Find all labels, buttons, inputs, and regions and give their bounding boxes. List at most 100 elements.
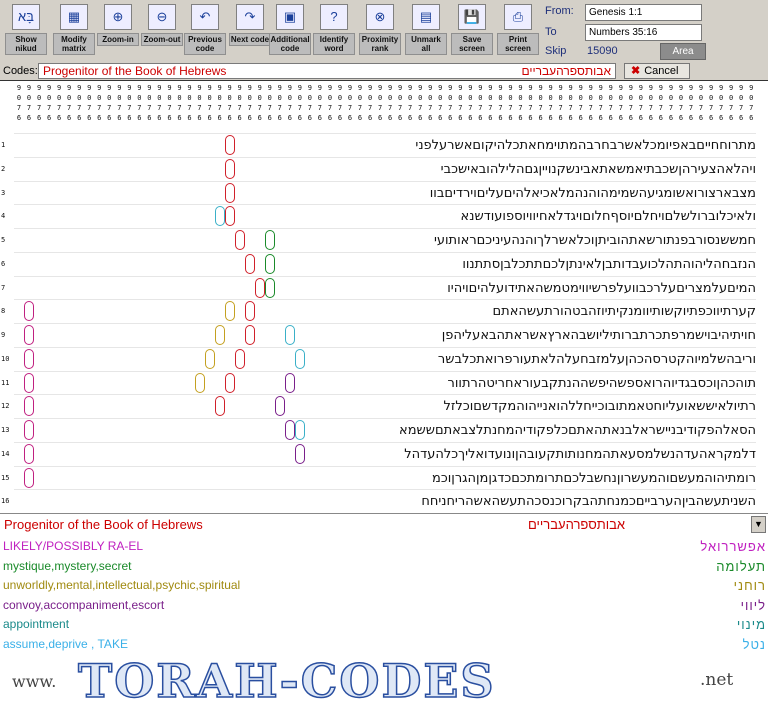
- column-number: 9 0 7 6: [678, 84, 684, 122]
- matrix-row[interactable]: ויהלאהצעירהןשכבתיאמשאתאבינשקנוייןגםהלילה…: [14, 156, 756, 182]
- zoom-out-button[interactable]: ⊖ Zoom-out: [140, 2, 184, 60]
- zoom-out-icon: ⊖: [148, 4, 176, 30]
- letter-highlight[interactable]: [254, 277, 265, 298]
- letter-highlight[interactable]: [24, 301, 35, 322]
- matrix-row[interactable]: רומתיהוהמעשםוהמעשרוןנחשבלכםתרומתכםכדגןמן…: [14, 465, 756, 491]
- meaning-letters[interactable]: מינוי: [737, 617, 766, 632]
- column-number: 9 0 7 6: [46, 84, 52, 122]
- letter-highlight[interactable]: [294, 420, 305, 440]
- proximity-rank-button[interactable]: ⊗ Proximity rank: [358, 2, 402, 60]
- print-screen-button[interactable]: ⎙ Print screen: [496, 2, 540, 60]
- matrix-row[interactable]: דלמקראהעדהנשלמסעאתהמחנותותקעובהןונועדואל…: [14, 441, 756, 467]
- letter-highlight[interactable]: [194, 372, 205, 393]
- show-nikud-button[interactable]: בָּא Show nikud: [4, 2, 48, 60]
- letter-highlight[interactable]: [294, 348, 305, 369]
- letter-highlight[interactable]: [244, 253, 255, 274]
- column-number: 9 0 7 6: [327, 84, 333, 122]
- column-number: 9 0 7 6: [708, 84, 714, 122]
- column-number: 9 0 7 6: [227, 84, 232, 122]
- codes-select[interactable]: Progenitor of the Book of Hebrews אבותספ…: [38, 63, 616, 79]
- meaning-letters[interactable]: אפשררואל: [700, 539, 766, 554]
- letter-highlight[interactable]: [284, 372, 295, 393]
- modify-matrix-button[interactable]: ▦ Modify matrix: [52, 2, 96, 60]
- matrix-row[interactable]: הסאלהפקודיבניישראלבנאתהאתםכלפקודיהמחנתלצ…: [14, 418, 756, 443]
- matrix-row[interactable]: חויתיהיבוישמרפתכרתברותיליושבהארץאשראתהבא…: [14, 323, 756, 348]
- column-number: 9 0 7 6: [749, 84, 754, 122]
- letter-highlight[interactable]: [244, 325, 255, 345]
- meaning-text: convoy,accompaniment,escort: [3, 597, 165, 612]
- letter-highlight[interactable]: [234, 230, 245, 250]
- letter-highlight[interactable]: [24, 467, 35, 488]
- letter-highlight[interactable]: [214, 396, 225, 417]
- letter-highlight[interactable]: [264, 230, 275, 250]
- letter-matrix[interactable]: 9 0 7 6 9 0 7 6 9 0 7 6 9 0 7 6 9 0 7 6 9 0 7…: [0, 80, 768, 513]
- letter-highlight[interactable]: [214, 325, 225, 345]
- letter-highlight[interactable]: [284, 325, 295, 345]
- matrix-row[interactable]: ולאיכלוברולשלםויחלםיוסףחלוםויגדלאחיוויוס…: [14, 204, 756, 229]
- next-code-button[interactable]: ↷ Next code: [228, 2, 272, 60]
- letter-highlight[interactable]: [24, 420, 35, 440]
- letter-highlight[interactable]: [224, 182, 235, 203]
- matrix-row[interactable]: קערתיווכפתיוקשותיוומנקיתיוזהבטהורתעשהאתם: [14, 299, 756, 324]
- column-number: 9 0 7 6: [698, 84, 704, 122]
- zoom-in-button[interactable]: ⊕ Zoom-in: [96, 2, 140, 60]
- identify-word-icon: ?: [320, 4, 348, 30]
- letter-highlight[interactable]: [264, 253, 275, 274]
- meaning-letters[interactable]: תעלומה: [716, 559, 766, 574]
- letter-highlight[interactable]: [284, 420, 295, 440]
- matrix-row[interactable]: השניתעשהביןהערבייםכמנחתהבקרוכנסכהתעשהאשה…: [14, 489, 756, 514]
- search-term-bar[interactable]: Progenitor of the Book of Hebrews אבותספ…: [0, 513, 768, 537]
- letter-highlight[interactable]: [224, 301, 235, 322]
- matrix-row[interactable]: הנזבחהליהוהתהלכועבדותבןלאינתןלכםתתכלבןסת…: [14, 251, 756, 277]
- previous-code-button[interactable]: ↶ Previous code: [183, 2, 227, 60]
- meaning-letters[interactable]: ליווי: [741, 598, 766, 613]
- matrix-row[interactable]: מצבארצורואשומגיעהשמימהוהנהמלאכיאלהיםעלים…: [14, 180, 756, 206]
- letter-highlight[interactable]: [224, 135, 235, 155]
- matrix-row[interactable]: המיםעלמצריםעלרכבוועלפרשיווימטמשהאתידועלה…: [14, 275, 756, 301]
- letter-highlight[interactable]: [224, 158, 235, 179]
- identify-word-button[interactable]: ? Identify word: [312, 2, 356, 60]
- row-number: 11: [1, 378, 10, 387]
- meaning-letters[interactable]: רוחני: [734, 578, 766, 593]
- letter-highlight[interactable]: [234, 348, 245, 369]
- letter-highlight[interactable]: [24, 372, 35, 393]
- letter-highlight[interactable]: [294, 443, 305, 464]
- matrix-row[interactable]: וריבהשלמיוהקטרסהכהןעלמזבחעלהלאתעורפרואתכ…: [14, 346, 756, 372]
- modify-matrix-label: Modify matrix: [53, 33, 95, 55]
- meaning-text: assume,deprive , TAKE: [3, 636, 128, 651]
- letter-highlight[interactable]: [204, 348, 215, 369]
- column-number: 9 0 7 6: [458, 84, 463, 122]
- area-button[interactable]: Area: [660, 43, 706, 60]
- matrix-row[interactable]: מתרוחחייםבאפיומכלאשרבחרבהמתוימחאתכלהיקום…: [14, 133, 756, 158]
- letter-highlight[interactable]: [214, 206, 225, 227]
- meaning-text: appointment: [3, 617, 70, 631]
- column-number: 9 0 7 6: [438, 84, 443, 122]
- unmark-all-button[interactable]: ▤ Unmark all: [404, 2, 448, 60]
- to-field[interactable]: Numbers 35:16: [585, 24, 702, 41]
- matrix-row[interactable]: חמששנסורבפנתורשאתהוביתןוכלאשרלךוהנהעיניכ…: [14, 228, 756, 253]
- cancel-button[interactable]: ✖ Cancel: [624, 63, 690, 79]
- letter-highlight[interactable]: [274, 396, 285, 417]
- matrix-row[interactable]: תוהכהןוכסבגדיוהרואספשהיפשההנתקבעוראחריטה…: [14, 370, 756, 396]
- letter-highlight[interactable]: [264, 277, 275, 298]
- letter-highlight[interactable]: [244, 301, 255, 322]
- column-number: 9 0 7 6: [739, 84, 744, 122]
- letter-highlight[interactable]: [224, 206, 235, 227]
- column-number: 9 0 7 6: [398, 84, 403, 122]
- codes-letters: אבותספרהעבריים: [521, 64, 611, 78]
- save-screen-icon: 💾: [458, 4, 486, 30]
- meaning-letters[interactable]: נטל: [743, 637, 766, 652]
- additional-code-button[interactable]: ▣ Additional code: [268, 2, 312, 60]
- row-number: 16: [1, 497, 10, 506]
- previous-code-icon: ↶: [191, 4, 219, 30]
- matrix-row[interactable]: רתיולאיששאועליוחטאמתובוכייחללהואנייהוהמק…: [14, 394, 756, 419]
- letter-highlight[interactable]: [224, 372, 235, 393]
- letter-highlight[interactable]: [24, 396, 35, 417]
- column-number: 9 0 7 6: [488, 84, 493, 122]
- from-field[interactable]: Genesis 1:1: [585, 4, 702, 21]
- letter-highlight[interactable]: [24, 443, 35, 464]
- save-screen-button[interactable]: 💾 Save screen: [450, 2, 494, 60]
- dropdown-arrow-icon[interactable]: ▼: [751, 516, 766, 533]
- letter-highlight[interactable]: [24, 325, 35, 345]
- letter-highlight[interactable]: [24, 348, 35, 369]
